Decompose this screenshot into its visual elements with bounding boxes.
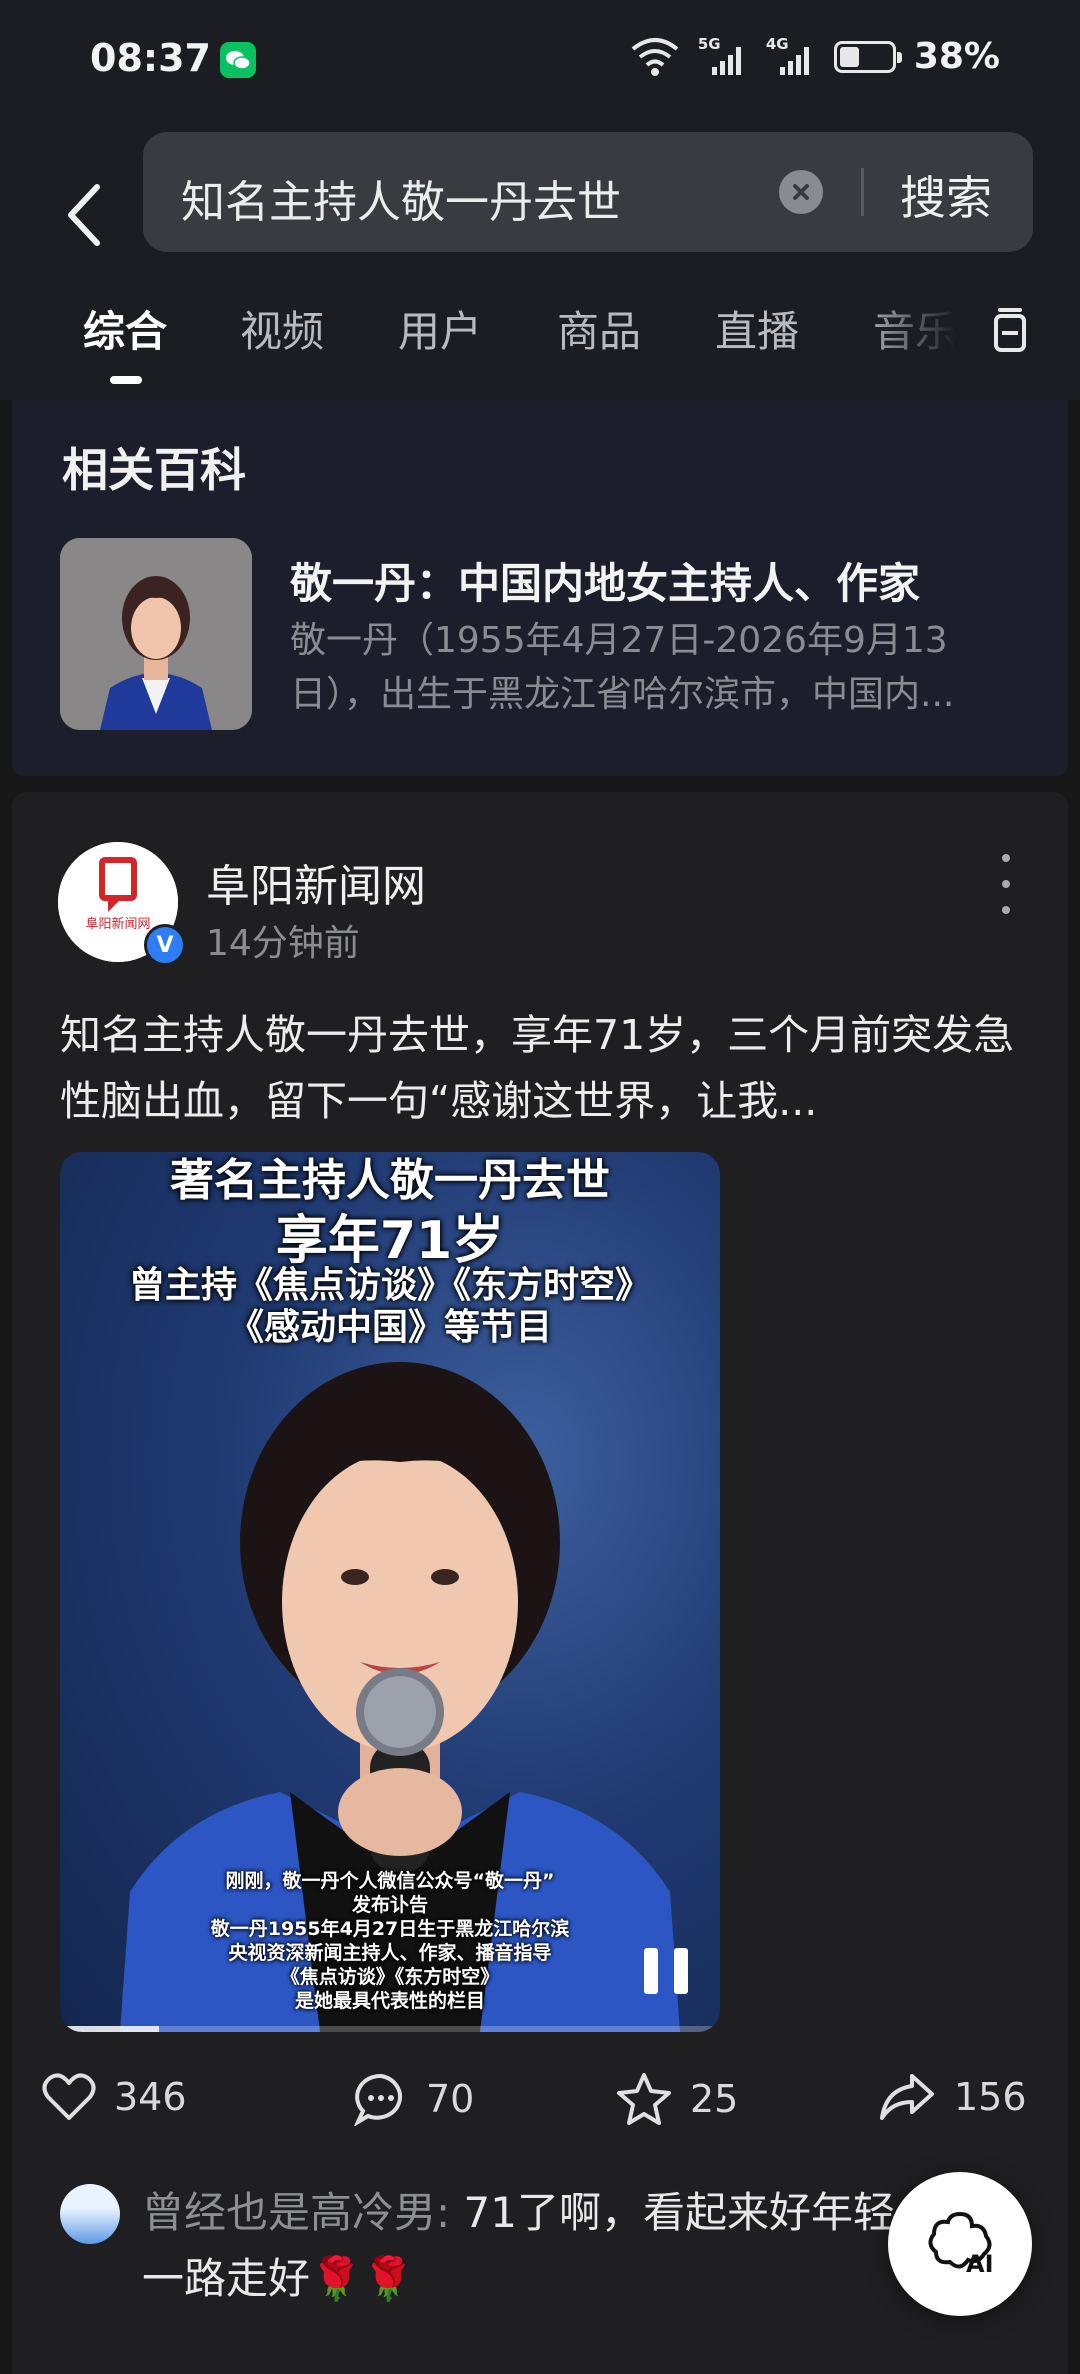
encyclopedia-section-title: 相关百科	[62, 443, 246, 497]
battery-fill	[839, 46, 859, 67]
search-header: 知名主持人敬一丹去世 搜索 综合 视频 用户 商品 直播 音乐	[0, 120, 1080, 400]
share-button[interactable]: 156	[878, 2072, 1027, 2122]
ai-icon: AI	[928, 2211, 994, 2278]
search-button[interactable]: 搜索	[900, 162, 992, 228]
tab-products[interactable]: 商品	[557, 298, 641, 359]
wechat-notification-icon	[220, 42, 256, 78]
status-right: 5G 4G 38%	[630, 35, 1000, 77]
avatar-logo-text: 阜阳新闻网	[85, 916, 150, 932]
status-time: 08:37	[90, 36, 211, 80]
wifi-icon	[631, 37, 679, 76]
comment-icon	[354, 2073, 402, 2126]
encyclopedia-entry-title[interactable]: 敬一丹：中国内地女主持人、作家	[290, 550, 920, 611]
status-bar: 08:37 5G 4G 38%	[0, 0, 1080, 120]
video-player[interactable]: 著名主持人敬一丹去世 享年71岁 曾主持《焦点访谈》《东方时空》 《感动中国》等…	[60, 1152, 720, 2032]
tab-fade	[860, 298, 980, 368]
search-box[interactable]: 知名主持人敬一丹去世 搜索	[143, 132, 1033, 252]
close-icon	[793, 184, 809, 200]
author-name[interactable]: 阜阳新闻网	[206, 850, 426, 914]
video-caption-age: 享年71岁	[275, 1211, 505, 1271]
star-icon	[617, 2073, 671, 2125]
result-tabs: 综合 视频 用户 商品 直播 音乐	[0, 298, 1080, 398]
news-post-card[interactable]: 阜阳新闻网 V 阜阳新闻网 14分钟前 知名主持人敬一丹去世，享年71岁，三个月…	[12, 792, 1068, 2374]
pause-button[interactable]	[644, 1948, 688, 1994]
heart-icon	[42, 2073, 96, 2120]
tab-video[interactable]: 视频	[240, 298, 324, 359]
share-icon	[880, 2074, 934, 2120]
video-subtitle-line: 敬一丹1955年4月27日生于黑龙江哈尔滨	[210, 1918, 570, 1940]
video-subtitle-line: 刚刚，敬一丹个人微信公众号“敬一丹”	[225, 1870, 555, 1892]
verified-badge: V	[144, 924, 186, 966]
video-progress-bar[interactable]	[60, 2026, 720, 2032]
tab-comprehensive[interactable]: 综合	[83, 298, 167, 359]
video-subtitle-line: 发布讣告	[351, 1894, 428, 1916]
signal-4g-icon: 4G	[766, 35, 816, 77]
filter-icon[interactable]	[990, 306, 1030, 358]
back-arrow-icon	[68, 184, 100, 246]
favorite-count: 25	[690, 2077, 739, 2121]
share-count: 156	[954, 2075, 1027, 2119]
comment-count: 70	[426, 2077, 475, 2121]
comment-button[interactable]: 70	[354, 2072, 474, 2126]
post-text[interactable]: 知名主持人敬一丹去世，享年71岁，三个月前突发急性脑出血，留下一句“感谢这世界，…	[60, 1002, 1030, 1134]
video-subtitle-line: 《焦点访谈》《东方时空》	[280, 1966, 500, 1988]
ai-assistant-button[interactable]: AI	[888, 2172, 1032, 2316]
related-encyclopedia-card[interactable]: 相关百科 敬一丹：中国内地女主持人、作家 敬一丹（1955年4月27日-2026…	[12, 400, 1068, 776]
post-actions: 346 70 25 156	[12, 2072, 1068, 2142]
comment-text: 曾经也是高冷男: 71了啊，看起来好年轻，一路走好🌹🌹	[142, 2180, 942, 2312]
video-caption-programs-2: 《感动中国》等节目	[227, 1307, 552, 1348]
like-count: 346	[114, 2075, 187, 2119]
search-input[interactable]: 知名主持人敬一丹去世	[181, 166, 621, 230]
battery-icon	[833, 40, 902, 73]
encyclopedia-entry-description: 敬一丹（1955年4月27日-2026年9月13日），出生于黑龙江省哈尔滨市，中…	[290, 620, 955, 715]
video-subtitle-line: 央视资深新闻主持人、作家、播音指导	[228, 1942, 552, 1964]
commenter-name: 曾经也是高冷男:	[142, 2188, 451, 2237]
search-divider	[861, 168, 864, 216]
signal-5g-icon: 5G	[698, 35, 748, 77]
tab-users[interactable]: 用户	[398, 298, 482, 359]
video-subtitle-line: 是她最具代表性的栏目	[294, 1990, 485, 2012]
active-tab-indicator	[110, 376, 142, 384]
favorite-button[interactable]: 25	[616, 2072, 738, 2126]
ai-label: AI	[966, 2250, 994, 2278]
clear-search-button[interactable]	[779, 170, 823, 214]
battery-percent: 38%	[913, 36, 1000, 77]
commenter-avatar	[60, 2184, 120, 2244]
tab-live[interactable]: 直播	[715, 298, 799, 359]
back-button[interactable]	[50, 160, 120, 270]
like-button[interactable]: 346	[42, 2072, 187, 2122]
video-caption-programs-1: 曾主持《焦点访谈》《东方时空》	[128, 1265, 651, 1306]
more-options-button[interactable]	[996, 854, 1016, 914]
post-time: 14分钟前	[206, 923, 360, 964]
encyclopedia-thumbnail	[60, 538, 252, 730]
video-progress-fill	[60, 2026, 159, 2032]
